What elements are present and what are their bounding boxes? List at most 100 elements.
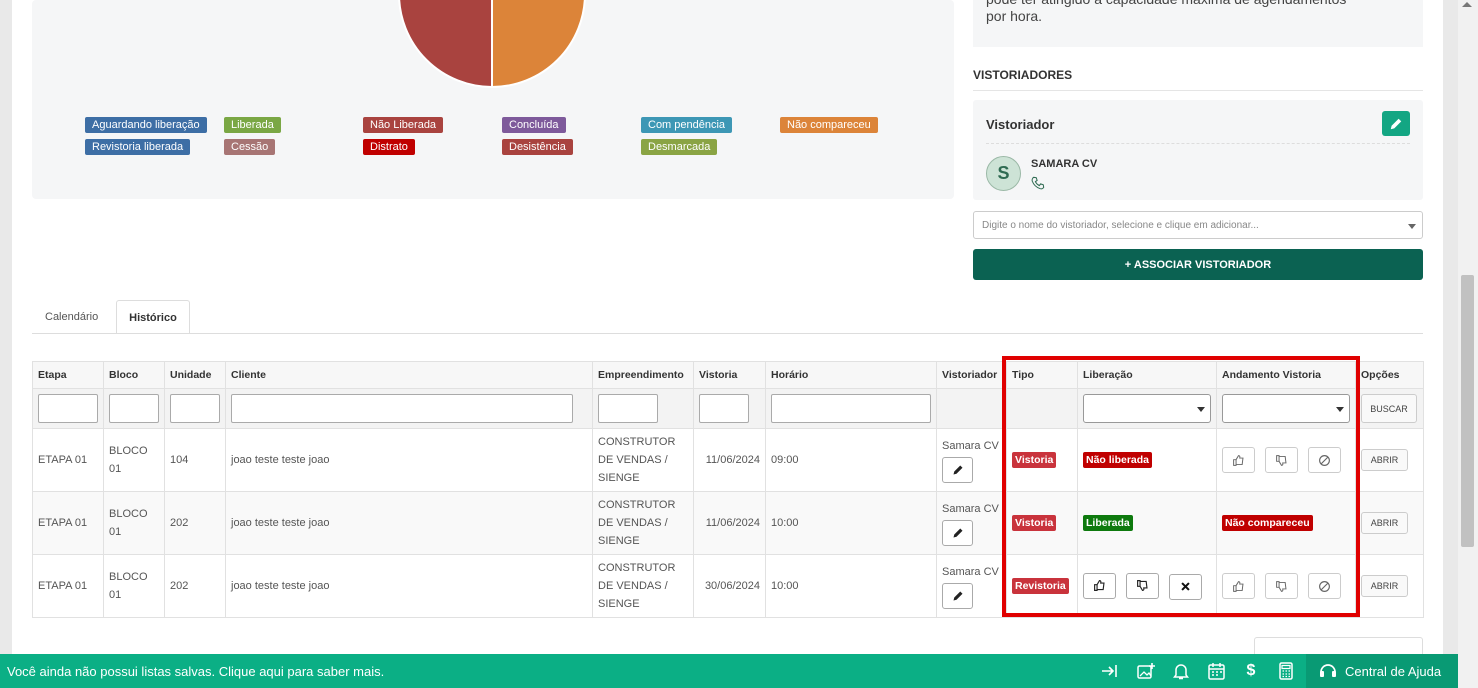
cell-bloco: BLOCO 01 [103, 491, 165, 555]
calculator-icon[interactable] [1277, 662, 1295, 680]
headset-icon [1320, 664, 1336, 677]
cell-opcoes: ABRIR [1355, 491, 1424, 555]
edit-row-button[interactable] [942, 520, 973, 546]
col-opcoes: Opções [1355, 361, 1424, 389]
filter-cell [592, 388, 694, 429]
abrir-button[interactable]: ABRIR [1361, 449, 1408, 471]
cell-empreendimento: CONSTRUTOR DE VENDAS / SIENGE [592, 428, 694, 492]
filter-cell [103, 388, 165, 429]
filter-horario-input[interactable] [771, 394, 931, 423]
abrir-button[interactable]: ABRIR [1361, 575, 1408, 597]
cell-unidade: 202 [164, 554, 226, 618]
edit-row-button[interactable] [942, 583, 973, 609]
legend-item: Desmarcada [641, 139, 718, 155]
cell-bloco: BLOCO 01 [103, 554, 165, 618]
legend-item: Distrato [363, 139, 415, 155]
filter-cell [32, 388, 104, 429]
filter-etapa-input[interactable] [38, 394, 98, 423]
filter-cell [765, 388, 937, 429]
vistoriador-select-placeholder: Digite o nome do vistoriador, selecione … [982, 220, 1259, 231]
edit-row-button[interactable] [942, 457, 973, 483]
cell-empreendimento: CONSTRUTOR DE VENDAS / SIENGE [592, 554, 694, 618]
info-box: pode ter atingido a capacidade máxima de… [973, 0, 1423, 47]
dashed-divider [986, 143, 1410, 144]
divider [973, 90, 1423, 91]
pencil-icon [953, 465, 962, 475]
filter-cell: BUSCAR [1355, 388, 1424, 429]
vistoriador-label: Samara CV [942, 566, 999, 578]
central-ajuda-label: Central de Ajuda [1345, 663, 1442, 679]
pencil-icon [953, 528, 962, 538]
footer-bar: Você ainda não possui listas salvas. Cli… [0, 654, 1458, 688]
vistoriador-label: Samara CV [942, 440, 999, 452]
vistoriador-label: Samara CV [942, 503, 999, 515]
cell-horario: 09:00 [765, 428, 937, 492]
col-bloco: Bloco [103, 361, 165, 389]
filter-cliente-input[interactable] [231, 394, 573, 423]
abrir-button[interactable]: ABRIR [1361, 512, 1408, 534]
cell-unidade: 104 [164, 428, 226, 492]
info-line-2: por hora. [986, 8, 1043, 24]
col-vistoriador: Vistoriador [936, 361, 1007, 389]
col-vistoria: Vistoria [693, 361, 766, 389]
scrollbar-thumb[interactable] [1461, 275, 1474, 547]
col-etapa: Etapa [32, 361, 104, 389]
info-line-1: pode ter atingido a capacidade máxima de… [986, 0, 1346, 8]
buscar-button[interactable]: BUSCAR [1361, 394, 1417, 423]
tab-divider [32, 333, 1423, 334]
cell-opcoes: ABRIR [1355, 554, 1424, 618]
dollar-icon[interactable]: $ [1242, 662, 1260, 680]
cell-cliente: joao teste teste joao [225, 554, 593, 618]
cell-cliente: joao teste teste joao [225, 428, 593, 492]
tab-calendario[interactable]: Calendário [33, 300, 110, 334]
cell-vistoria: 11/06/2024 [693, 428, 766, 492]
cell-etapa: ETAPA 01 [32, 554, 104, 618]
footer-message[interactable]: Você ainda não possui listas salvas. Cli… [7, 664, 384, 679]
legend-item: Desistência [502, 139, 573, 155]
filter-cell [164, 388, 226, 429]
filter-bloco-input[interactable] [109, 394, 159, 423]
vistoriador-card-title: Vistoriador [986, 117, 1055, 132]
legend-item: Cessão [224, 139, 276, 155]
calendar-icon[interactable] [1207, 662, 1225, 680]
filter-empreendimento-input[interactable] [598, 394, 658, 423]
pie-slice-0 [491, 0, 586, 89]
col-horario: Horário [765, 361, 937, 389]
cell-etapa: ETAPA 01 [32, 428, 104, 492]
cell-vistoria: 11/06/2024 [693, 491, 766, 555]
vistoriador-card: Vistoriador S SAMARA CV [973, 100, 1423, 200]
cell-horario: 10:00 [765, 491, 937, 555]
vistoriadores-title: VISTORIADORES [973, 68, 1073, 82]
col-cliente: Cliente [225, 361, 593, 389]
cell-bloco: BLOCO 01 [103, 428, 165, 492]
vistoriador-select[interactable]: Digite o nome do vistoriador, selecione … [973, 211, 1423, 239]
pie-chart [398, 0, 586, 89]
filter-unidade-input[interactable] [170, 394, 220, 423]
tab-historico[interactable]: Histórico [116, 300, 190, 334]
filter-cell [225, 388, 593, 429]
chart-card: Aguardando liberação Liberada Não Liberada… [32, 0, 954, 199]
info-text: pode ter atingido a capacidade máxima de… [986, 0, 1346, 25]
scroll-up-arrow[interactable] [1462, 2, 1472, 7]
cell-vistoriador: Samara CV [936, 491, 1007, 555]
legend-item: Com pendência [641, 117, 733, 133]
central-ajuda-button[interactable]: Central de Ajuda [1306, 654, 1458, 688]
edit-vistoriador-button[interactable] [1382, 111, 1410, 136]
legend-item: Aguardando liberação [85, 117, 207, 133]
legend-item: Concluída [502, 117, 566, 133]
legend-item: Não compareceu [780, 117, 878, 133]
phone-icon[interactable] [1031, 176, 1045, 190]
pencil-icon [1390, 118, 1402, 129]
col-empreendimento: Empreendimento [592, 361, 694, 389]
filter-vistoria-input[interactable] [699, 394, 749, 423]
image-add-icon[interactable] [1137, 662, 1155, 680]
bell-icon[interactable] [1172, 662, 1190, 680]
cell-vistoriador: Samara CV [936, 554, 1007, 618]
highlight-box [1002, 356, 1360, 617]
associar-vistoriador-button[interactable]: + ASSOCIAR VISTORIADOR [973, 249, 1423, 280]
pie-slice-1 [398, 0, 493, 89]
cell-empreendimento: CONSTRUTOR DE VENDAS / SIENGE [592, 491, 694, 555]
cell-unidade: 202 [164, 491, 226, 555]
collapse-icon[interactable] [1101, 662, 1119, 680]
cell-vistoriador: Samara CV [936, 428, 1007, 492]
